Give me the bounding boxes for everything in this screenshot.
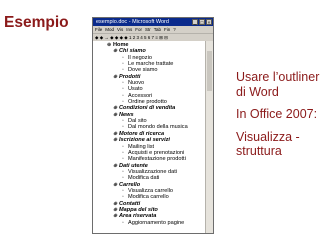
outline-toolbar[interactable]: ◆ ◆ → ◆ ◆ ◆ ◆ 1 2 3 4 5 6 7 ≡ ⊞ ⊟	[93, 33, 213, 41]
menu-bar: File Mod Vis Ins For Str Tab Fin ?	[93, 26, 213, 33]
slide-notes: Usare l’outliner di Word In Office 2007:…	[236, 70, 320, 167]
outline-document: ⊕ Home ⊕ Chi siamo ▫ Il negozio ▫ Le marche …	[93, 41, 205, 233]
window-controls: _ □ ×	[192, 19, 212, 25]
minimize-icon[interactable]: _	[192, 19, 198, 25]
menu-item[interactable]: For	[135, 26, 142, 33]
menu-item[interactable]: ?	[173, 26, 176, 33]
menu-item[interactable]: Fin	[164, 26, 170, 33]
menu-item[interactable]: Vis	[117, 26, 123, 33]
window-titlebar[interactable]: esempio.doc - Microsoft Word _ □ ×	[93, 18, 213, 26]
vertical-scrollbar[interactable]	[205, 41, 213, 233]
slide-title: Esempio	[4, 14, 69, 31]
note-line: Usare l’outliner di Word	[236, 70, 320, 99]
word-window: esempio.doc - Microsoft Word _ □ × File …	[92, 17, 214, 234]
close-icon[interactable]: ×	[206, 19, 212, 25]
menu-item[interactable]: Mod	[105, 26, 114, 33]
menu-item[interactable]: File	[95, 26, 102, 33]
note-line: In Office 2007:	[236, 107, 318, 121]
outline-item[interactable]: ▫ Aggiornamento pagine	[95, 220, 203, 226]
menu-item[interactable]: Ins	[126, 26, 132, 33]
menu-item[interactable]: Str	[145, 26, 151, 33]
menu-item[interactable]: Tab	[154, 26, 161, 33]
window-title: esempio.doc - Microsoft Word	[96, 19, 169, 25]
scrollbar-thumb[interactable]	[207, 51, 212, 91]
maximize-icon[interactable]: □	[199, 19, 205, 25]
note-line: Visualizza - struttura	[236, 129, 300, 159]
